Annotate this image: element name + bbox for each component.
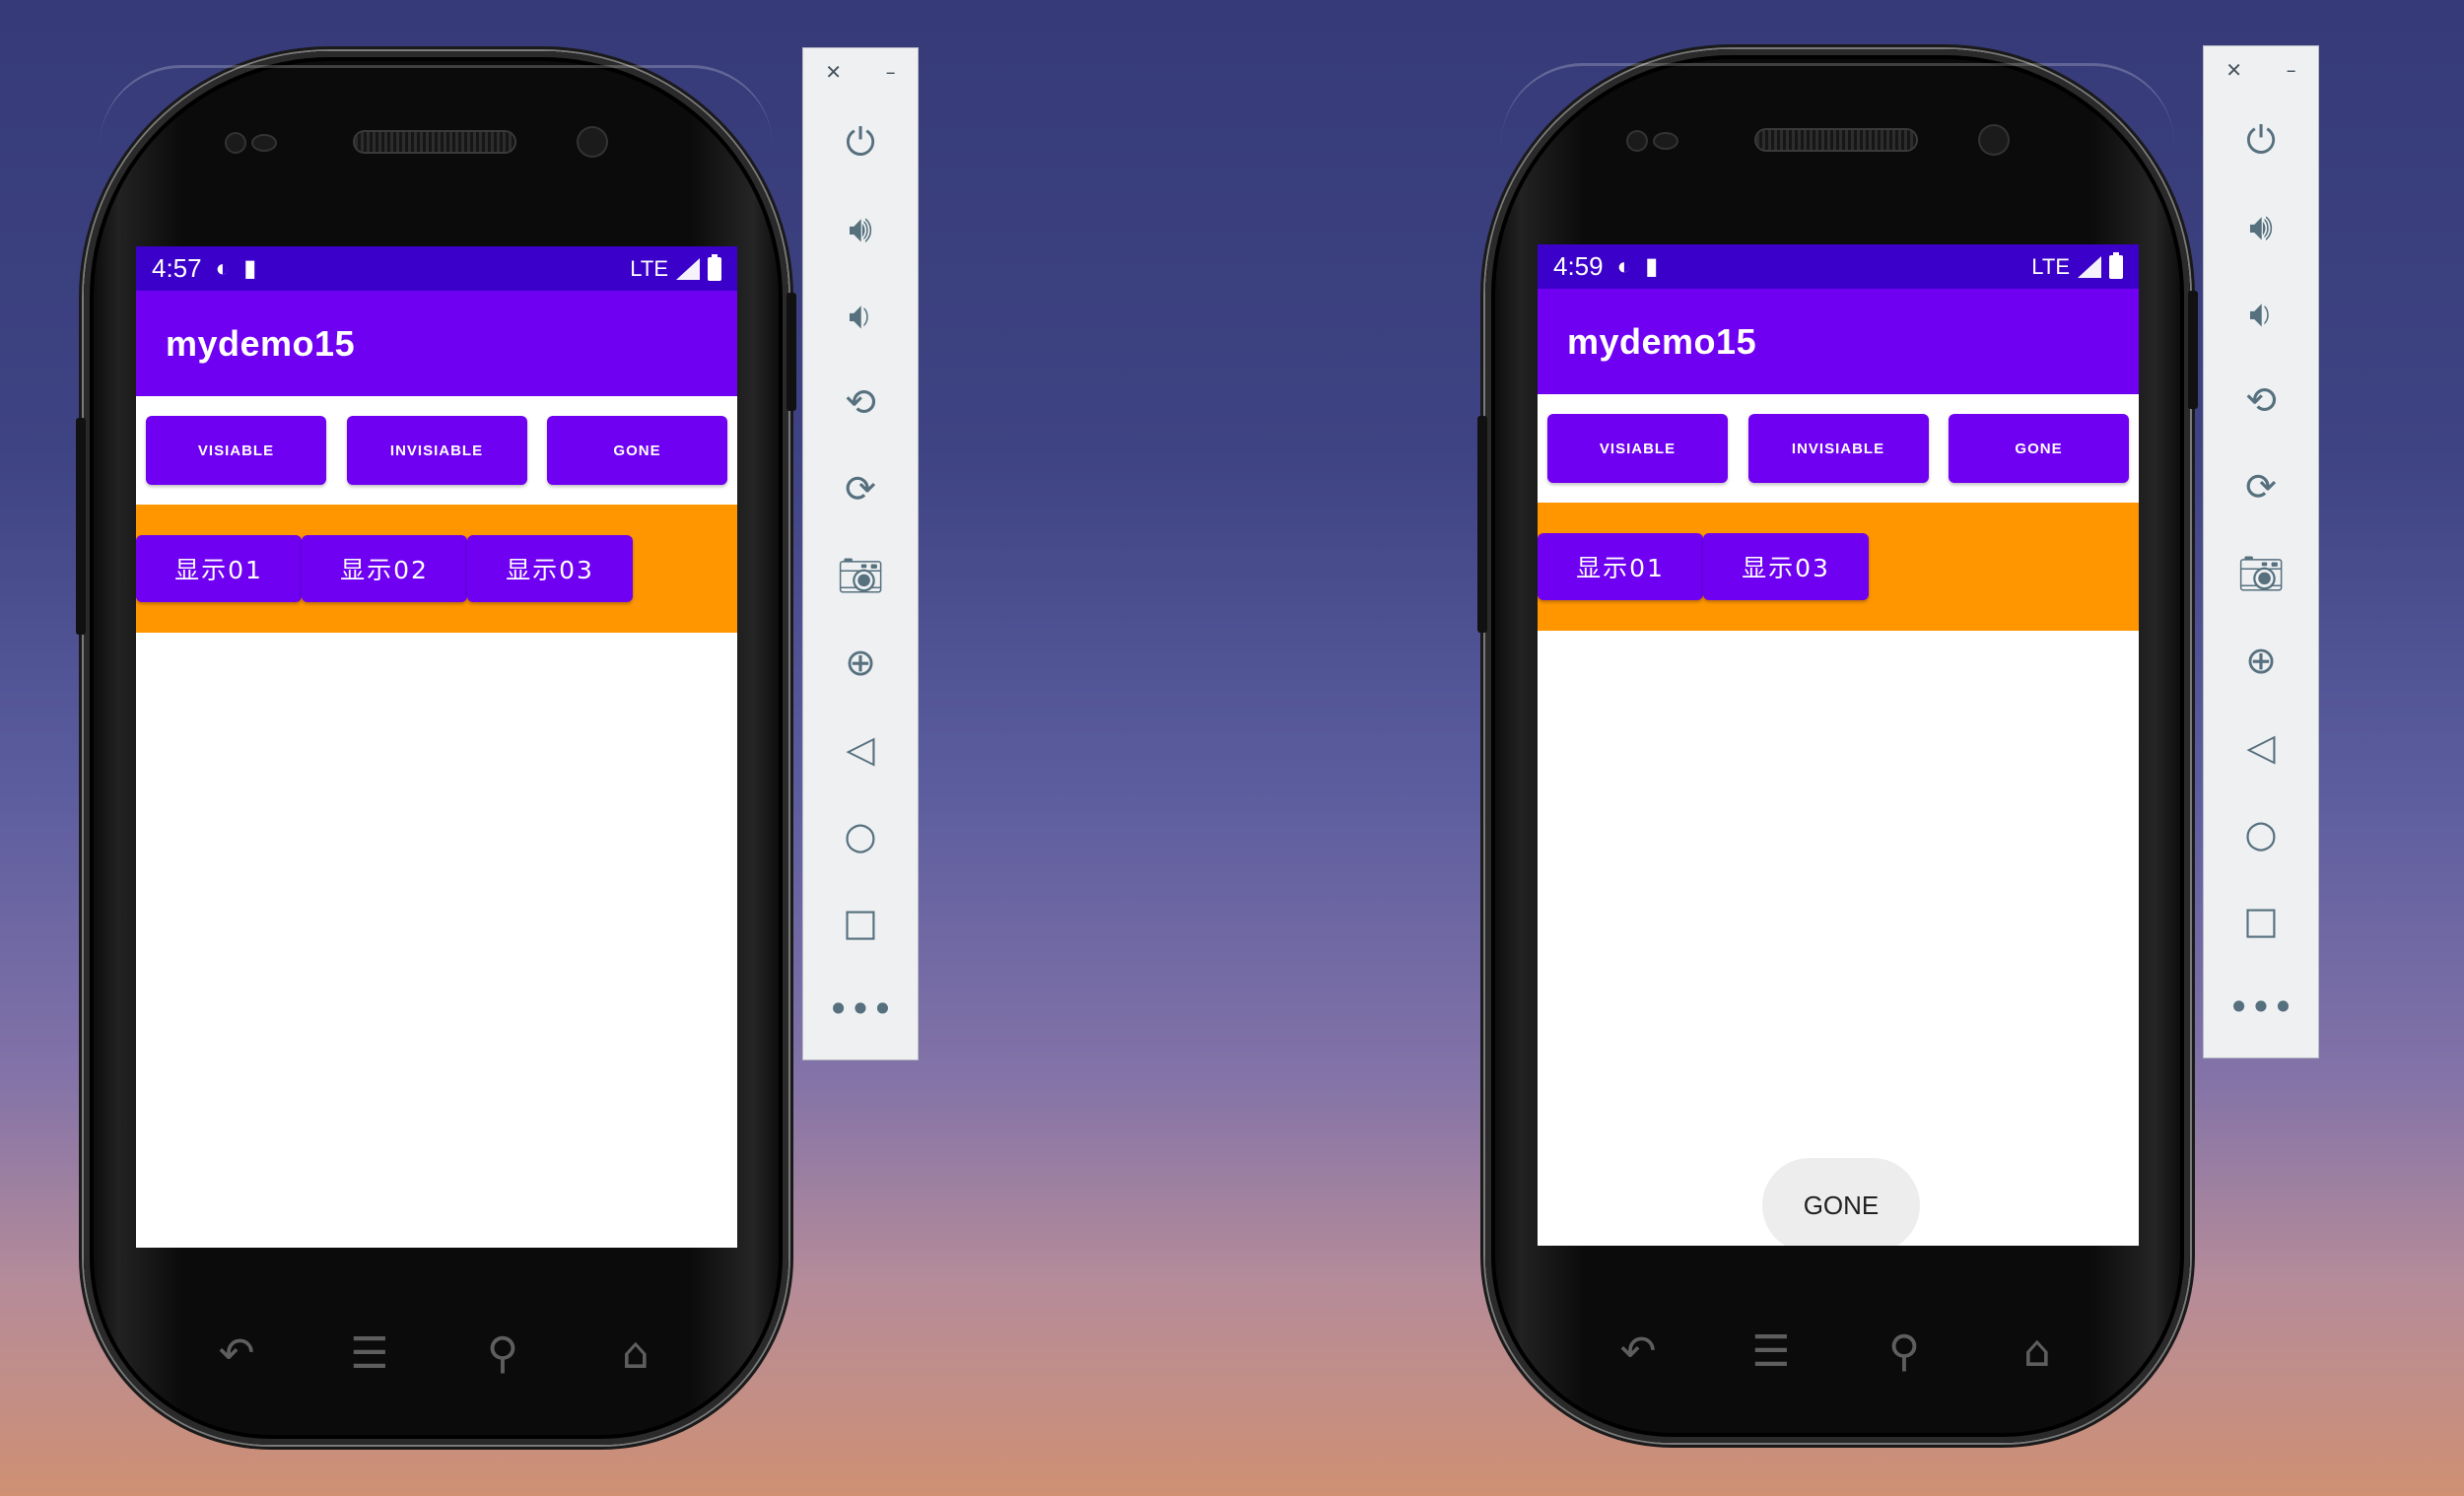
phone-frame-left: 4:57 ◐ ▮ LTE mydemo15 VISIABLE INVISIABL… <box>76 51 796 1445</box>
device-screen[interactable]: 4:57 ◐ ▮ LTE mydemo15 VISIABLE INVISIABL… <box>136 246 737 1248</box>
overview-icon[interactable]: □ <box>831 893 890 952</box>
power-key-left <box>787 293 796 411</box>
hardware-nav-keys: ↶ ☰ ⚲ ⌂ <box>202 1332 670 1376</box>
volume-rocker-right <box>1477 416 1487 633</box>
more-icon[interactable]: ••• <box>827 980 893 1039</box>
visibility-button-row: VISIABLE INVISIABLE GONE <box>136 396 737 505</box>
menu-key-icon[interactable]: ☰ <box>1737 1330 1806 1374</box>
app-bar: mydemo15 <box>136 291 737 396</box>
battery-icon <box>708 253 721 281</box>
battery-icon <box>2109 251 2123 279</box>
minimize-icon[interactable]: – <box>2287 58 2296 86</box>
back-key-icon[interactable]: ↶ <box>202 1332 271 1376</box>
close-icon[interactable]: ✕ <box>2225 58 2242 86</box>
device-screen[interactable]: 4:59 ◐ ▮ LTE mydemo15 VISIABLE INVISIABL… <box>1538 244 2139 1246</box>
emulator-toolbar-left: ✕ – ⏻ 🔊︎ 🔉︎ ⟲ ⟳ 📷︎ ⊕ ◁ ○ □ ••• <box>802 47 919 1060</box>
power-icon[interactable]: ⏻ <box>2231 110 2291 170</box>
visibility-button-row: VISIABLE INVISIABLE GONE <box>1538 394 2139 503</box>
power-key-right <box>2188 291 2198 409</box>
status-bar: 4:59 ◐ ▮ LTE <box>1538 244 2139 289</box>
camera-icon[interactable]: 📷︎ <box>2231 544 2291 603</box>
proximity-sensor <box>227 134 244 152</box>
app-title: mydemo15 <box>1567 320 1757 362</box>
signal-icon <box>676 257 700 280</box>
show-03-button[interactable]: 显示03 <box>1703 533 1869 600</box>
invisible-button[interactable]: INVISIABLE <box>346 416 527 485</box>
notification-icon: ◐ <box>1616 252 1632 280</box>
rotate-right-icon[interactable]: ⟳ <box>2231 457 2291 516</box>
home-icon[interactable]: ○ <box>2231 804 2291 863</box>
camera-icon[interactable]: 📷︎ <box>831 546 890 605</box>
status-time: 4:57 <box>152 253 202 283</box>
phone-frame-right: 4:59 ◐ ▮ LTE mydemo15 VISIABLE INVISIABL… <box>1477 49 2198 1443</box>
notification-icon: ◐ <box>215 254 231 282</box>
gone-button[interactable]: GONE <box>1949 414 2129 483</box>
hardware-nav-keys: ↶ ☰ ⚲ ⌂ <box>1604 1330 2072 1374</box>
more-icon[interactable]: ••• <box>2227 978 2293 1037</box>
earpiece-speaker <box>355 132 514 152</box>
network-type: LTE <box>630 255 668 281</box>
close-icon[interactable]: ✕ <box>825 60 842 88</box>
show-01-button[interactable]: 显示01 <box>1538 533 1703 600</box>
front-camera <box>579 128 606 156</box>
overview-icon[interactable]: □ <box>2231 891 2291 950</box>
search-key-icon[interactable]: ⚲ <box>1870 1330 1939 1374</box>
sd-card-icon: ▮ <box>243 254 257 282</box>
app-bar: mydemo15 <box>1538 289 2139 394</box>
home-key-icon[interactable]: ⌂ <box>2003 1330 2072 1374</box>
network-type: LTE <box>2031 253 2070 279</box>
light-sensor <box>1655 134 1677 148</box>
search-key-icon[interactable]: ⚲ <box>468 1332 537 1376</box>
rotate-left-icon[interactable]: ⟲ <box>831 373 890 432</box>
minimize-icon[interactable]: – <box>886 60 896 88</box>
app-title: mydemo15 <box>166 322 356 364</box>
front-camera <box>1980 126 2008 154</box>
light-sensor <box>253 136 275 150</box>
volume-down-icon[interactable]: 🔉︎ <box>2231 284 2291 343</box>
rotate-right-icon[interactable]: ⟳ <box>831 459 890 518</box>
sd-card-icon: ▮ <box>1645 252 1659 280</box>
show-01-button[interactable]: 显示01 <box>136 535 302 602</box>
proximity-sensor <box>1628 132 1646 150</box>
home-icon[interactable]: ○ <box>831 806 890 865</box>
back-icon[interactable]: ◁ <box>2231 717 2291 777</box>
volume-up-icon[interactable]: 🔊︎ <box>831 199 890 258</box>
back-key-icon[interactable]: ↶ <box>1604 1330 1673 1374</box>
signal-icon <box>2078 255 2101 278</box>
menu-key-icon[interactable]: ☰ <box>335 1332 404 1376</box>
show-03-button[interactable]: 显示03 <box>467 535 633 602</box>
status-bar: 4:57 ◐ ▮ LTE <box>136 246 737 291</box>
zoom-icon[interactable]: ⊕ <box>2231 631 2291 690</box>
emulator-toolbar-right: ✕ – ⏻ 🔊︎ 🔉︎ ⟲ ⟳ 📷︎ ⊕ ◁ ○ □ ••• <box>2203 45 2319 1058</box>
zoom-icon[interactable]: ⊕ <box>831 633 890 692</box>
volume-down-icon[interactable]: 🔉︎ <box>831 286 890 345</box>
display-button-container: 显示01 显示02 显示03 <box>136 505 737 633</box>
invisible-button[interactable]: INVISIABLE <box>1747 414 1929 483</box>
rotate-left-icon[interactable]: ⟲ <box>2231 371 2291 430</box>
volume-up-icon[interactable]: 🔊︎ <box>2231 197 2291 256</box>
earpiece-speaker <box>1756 130 1916 150</box>
visible-button[interactable]: VISIABLE <box>146 416 326 485</box>
display-button-container: 显示01 显示03 <box>1538 503 2139 631</box>
show-02-button[interactable]: 显示02 <box>302 535 467 602</box>
back-icon[interactable]: ◁ <box>831 719 890 779</box>
power-icon[interactable]: ⏻ <box>831 112 890 171</box>
home-key-icon[interactable]: ⌂ <box>601 1332 670 1376</box>
toast-message: GONE <box>1762 1158 1920 1246</box>
gone-button[interactable]: GONE <box>547 416 727 485</box>
volume-rocker-left <box>76 418 86 635</box>
visible-button[interactable]: VISIABLE <box>1547 414 1728 483</box>
status-time: 4:59 <box>1553 251 1604 281</box>
